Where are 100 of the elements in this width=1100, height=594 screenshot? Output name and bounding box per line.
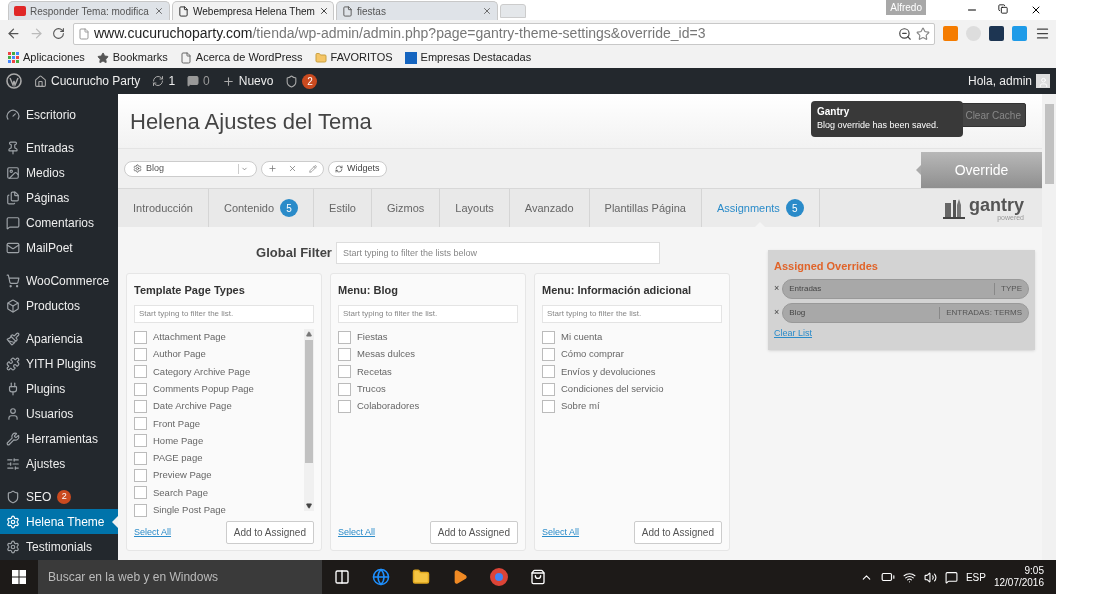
filter-field[interactable]: Start typing to filter the list. [338, 304, 518, 323]
add-icon[interactable] [267, 164, 277, 173]
sidebar-item[interactable]: YITH Plugins [0, 351, 118, 376]
add-to-assigned-button[interactable]: Add to Assigned [429, 521, 518, 544]
browser-tab[interactable]: fiestas [336, 1, 498, 20]
scroll-thumb[interactable] [1044, 104, 1054, 184]
folder-icon[interactable] [412, 568, 430, 586]
home-icon[interactable] [34, 74, 47, 88]
page-icon[interactable] [179, 51, 192, 64]
star-icon[interactable] [916, 26, 930, 41]
checkbox[interactable] [338, 399, 351, 413]
bookmark[interactable]: FAVORITOS [314, 49, 393, 66]
media-player-icon[interactable] [452, 569, 468, 585]
checkbox[interactable] [134, 469, 147, 482]
override-select[interactable]: Blog [124, 160, 257, 177]
star-icon[interactable] [96, 51, 109, 64]
settings-tab[interactable]: Plantillas Página [589, 189, 702, 227]
filter-field[interactable]: Start typing to filter the list. [134, 304, 314, 323]
apps-grid-icon[interactable] [8, 52, 19, 63]
sidebar-item[interactable]: MailPoet [0, 235, 118, 260]
global-filter-field[interactable]: Start typing to filter the lists below [335, 242, 660, 264]
task-view-icon[interactable] [334, 569, 350, 585]
checkbox[interactable] [134, 503, 147, 517]
checkbox[interactable] [134, 330, 147, 344]
sidebar-item[interactable]: Páginas [0, 185, 118, 210]
bookmark[interactable]: Acerca de WordPress [179, 49, 303, 66]
search-field[interactable]: Buscar en la web y en Windows [38, 560, 322, 594]
settings-tab[interactable]: Gizmos [372, 189, 441, 227]
scroll-up-icon[interactable] [306, 330, 312, 337]
settings-tab[interactable]: Layouts [440, 189, 510, 227]
chrome-icon[interactable] [490, 568, 508, 586]
site-link[interactable]: Cucurucho Party [34, 72, 141, 90]
sidebar-item[interactable]: Escritorio [0, 102, 118, 127]
select-all-link[interactable]: Select All [542, 525, 580, 540]
language-indicator[interactable]: ESP [965, 569, 986, 585]
add-to-assigned-button[interactable]: Add to Assigned [633, 521, 722, 544]
browser-tab[interactable]: Webempresa Helena Them [172, 1, 334, 20]
checkbox[interactable] [338, 365, 351, 379]
plus-icon[interactable] [221, 74, 235, 88]
windows-logo-icon[interactable] [12, 570, 26, 584]
bookmark[interactable]: Empresas Destacadas [404, 49, 532, 66]
close-icon[interactable] [1030, 4, 1042, 16]
sidebar-item[interactable]: Apariencia [0, 326, 118, 351]
add-to-assigned-button[interactable]: Add to Assigned [225, 521, 314, 544]
checkbox[interactable] [338, 330, 351, 344]
sidebar-item[interactable]: Testimonials [0, 534, 118, 559]
select-all-link[interactable]: Select All [134, 525, 172, 540]
zoom-icon[interactable] [898, 26, 912, 41]
checkbox[interactable] [134, 417, 147, 431]
wifi-icon[interactable] [902, 570, 916, 584]
remove-icon[interactable]: × [774, 281, 780, 296]
checkbox[interactable] [338, 382, 351, 396]
shield-icon[interactable] [285, 74, 299, 88]
checkbox[interactable] [134, 347, 147, 361]
forward-icon[interactable] [29, 26, 44, 41]
sidebar-item[interactable]: Plugins [0, 376, 118, 401]
widgets-button[interactable]: Widgets [328, 160, 387, 177]
sidebar-item[interactable]: Productos [0, 293, 118, 318]
sidebar-item[interactable]: Ajustes [0, 451, 118, 476]
delete-icon[interactable] [288, 164, 298, 173]
settings-tab[interactable]: Estilo [314, 189, 372, 227]
updates-link[interactable]: 1 [152, 72, 176, 90]
checkbox[interactable] [542, 330, 555, 344]
menu-icon[interactable] [1035, 26, 1050, 41]
checkbox[interactable] [134, 399, 147, 413]
settings-tab[interactable]: Contenido 5 [208, 189, 315, 227]
checkbox[interactable] [542, 347, 555, 361]
browser-icon[interactable] [372, 568, 390, 586]
address-bar[interactable]: www.cucuruchoparty.com/tienda/wp-admin/admin.php?page=gantry-theme-settings&override_id=3 [73, 22, 935, 45]
account-link[interactable]: Hola, admin [967, 72, 1050, 90]
reload-icon[interactable] [52, 27, 65, 40]
volume-icon[interactable] [923, 570, 937, 584]
sidebar-item[interactable]: Usuarios [0, 401, 118, 426]
bookmark[interactable]: Bookmarks [96, 49, 168, 66]
refresh-icon[interactable] [152, 75, 165, 87]
comments-link[interactable]: 0 [187, 72, 210, 90]
sidebar-item[interactable]: Helena Theme [0, 509, 118, 534]
site-logo-icon[interactable] [404, 51, 417, 64]
sidebar-item[interactable]: SEO 2 [0, 484, 118, 509]
browser-tab[interactable]: Responder Tema: modifica [8, 1, 170, 20]
store-icon[interactable] [530, 569, 546, 585]
scroll-down-icon[interactable] [306, 502, 312, 509]
close-icon[interactable] [318, 6, 329, 16]
checkbox[interactable] [542, 382, 555, 396]
settings-tab[interactable]: Introducción [118, 189, 209, 227]
checkbox[interactable] [134, 434, 147, 448]
speech-bubble-icon[interactable] [187, 75, 200, 87]
wordpress-logo-icon[interactable] [6, 73, 22, 89]
extension-icon[interactable] [989, 26, 1004, 41]
bookmark[interactable]: Aplicaciones [8, 49, 85, 66]
override-actions-group[interactable] [261, 160, 324, 177]
battery-icon[interactable] [880, 570, 895, 584]
sidebar-item[interactable]: WooCommerce [0, 268, 118, 293]
sidebar-item[interactable]: Herramientas [0, 426, 118, 451]
restore-icon[interactable] [998, 4, 1008, 14]
back-icon[interactable] [6, 26, 21, 41]
checkbox[interactable] [134, 382, 147, 396]
remove-icon[interactable]: × [774, 305, 780, 320]
scroll-thumb[interactable] [305, 339, 313, 463]
sidebar-item[interactable]: Entradas [0, 135, 118, 160]
